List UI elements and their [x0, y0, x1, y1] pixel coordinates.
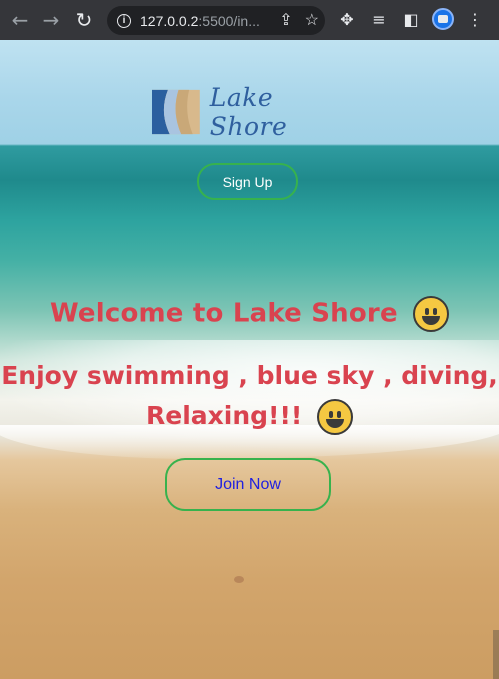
brand-name: Lake Shore [209, 83, 288, 141]
url-host: 127.0.0.2 [140, 12, 199, 29]
shell-decoration [234, 576, 244, 583]
tagline-line-2-text: Relaxing!!! [146, 401, 303, 430]
info-icon[interactable]: i [117, 13, 131, 28]
smiling-emoji-icon [316, 399, 353, 435]
back-icon[interactable]: ← [7, 7, 33, 33]
tagline-line-1: Enjoy swimming , blue sky , diving, [1, 361, 498, 390]
menu-icon[interactable]: ⋮ [464, 8, 486, 30]
welcome-heading: Welcome to Lake Shore [0, 296, 499, 332]
media-icon[interactable]: ≡ [368, 8, 390, 30]
browser-toolbar: ← → ↻ i 127.0.0.2:5500/in... ⇪ ☆ ✥ ≡ ◧ ⋮ [0, 0, 499, 40]
grinning-emoji-icon [413, 296, 450, 332]
brand-logo[interactable]: Lake Shore [152, 83, 342, 141]
url-path: :5500/in... [198, 12, 260, 29]
sidepanel-icon[interactable]: ◧ [400, 8, 422, 30]
address-bar[interactable]: i 127.0.0.2:5500/in... ⇪ ☆ [107, 6, 325, 35]
page-content: Lake Shore Sign Up Welcome to Lake Shore… [0, 40, 499, 679]
profile-avatar[interactable] [432, 8, 454, 30]
join-now-button[interactable]: Join Now [165, 458, 331, 511]
tagline: Enjoy swimming , blue sky , diving, Rela… [0, 356, 499, 436]
logo-mark-icon [152, 89, 200, 135]
signup-button[interactable]: Sign Up [197, 163, 298, 200]
reload-icon[interactable]: ↻ [71, 7, 97, 33]
star-icon[interactable]: ☆ [305, 10, 319, 30]
extensions-icon[interactable]: ✥ [336, 8, 358, 30]
forward-icon[interactable]: → [38, 7, 64, 33]
welcome-text: Welcome to Lake Shore [49, 298, 398, 329]
share-icon[interactable]: ⇪ [279, 10, 292, 30]
scrollbar[interactable] [493, 630, 499, 679]
tagline-line-2: Relaxing!!! [0, 396, 499, 436]
